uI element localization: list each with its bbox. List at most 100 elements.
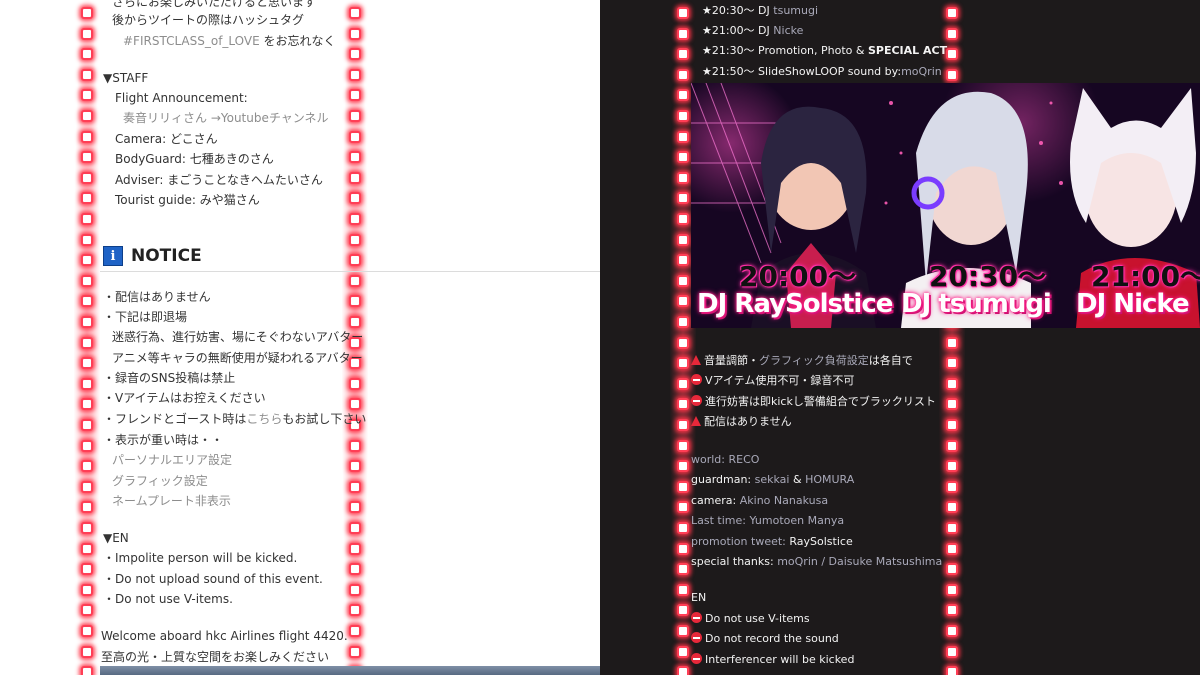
- text-line: Welcome aboard hkc Airlines flight 4420.: [101, 628, 348, 644]
- light-bulb-icon: [81, 480, 93, 493]
- info-icon: i: [103, 246, 123, 266]
- left-page-pane[interactable]: さらにお楽しみいただけると思います 後からツイートの際はハッシュタグ #FIRSTC…: [0, 0, 600, 675]
- text-line[interactable]: #FIRSTCLASS_of_LOVE をお忘れなく: [123, 33, 336, 49]
- light-bulb-icon: [81, 130, 93, 143]
- text-link[interactable]: world: RECO: [691, 453, 759, 466]
- text-line: 至高の光・上質な空間をお楽しみください: [101, 649, 329, 665]
- text-span: SPECIAL ACT: [867, 44, 948, 57]
- light-bulb-icon: [81, 542, 93, 555]
- light-bulb-icon: [677, 151, 689, 164]
- light-bulb-icon: [349, 171, 361, 184]
- text-span: ・下記は即退場: [103, 310, 188, 324]
- notice-heading: i NOTICE: [103, 246, 202, 266]
- text-span: ・Vアイテムはお控えください: [103, 391, 266, 405]
- light-bulb-icon: [677, 48, 689, 61]
- light-bulb-icon: [81, 27, 93, 40]
- light-bulb-icon: [349, 583, 361, 596]
- light-bulb-icon: [677, 89, 689, 102]
- text-span: ・録音のSNS投稿は禁止: [103, 371, 236, 385]
- light-bulb-icon: [946, 460, 958, 473]
- warning-icon: [691, 355, 701, 365]
- text-line[interactable]: 奏音リリィさん →Youtubeチャンネル: [123, 110, 329, 126]
- text-link[interactable]: Nicke: [773, 24, 803, 37]
- light-strip-left-1: [74, 0, 100, 675]
- text-span: 迷惑行為、進行妨害、場にそぐわないアバター: [112, 330, 364, 344]
- light-bulb-icon: [81, 625, 93, 637]
- text-line[interactable]: guardman: sekkai & HOMURA: [691, 472, 854, 488]
- light-bulb-icon: [349, 295, 361, 308]
- text-link[interactable]: promotion tweet:: [691, 535, 789, 548]
- text-span: ★21:50〜 SlideShowLOOP sound by:: [702, 65, 902, 78]
- banner-dj-2: DJ tsumugi: [901, 289, 1052, 319]
- light-bulb-icon: [946, 7, 958, 19]
- text-line[interactable]: パーソナルエリア設定: [112, 452, 232, 468]
- text-link[interactable]: #FIRSTCLASS_of_LOVE: [123, 34, 260, 48]
- text-line[interactable]: camera: Akino Nanakusa: [691, 493, 828, 509]
- text-link[interactable]: moQrin: [901, 65, 942, 78]
- text-link[interactable]: HOMURA: [805, 473, 854, 486]
- text-link[interactable]: ネームプレート非表示: [112, 494, 231, 508]
- text-line[interactable]: ・フレンドとゴースト時はこちらもお試し下さい: [103, 411, 366, 427]
- text-link[interactable]: こちら: [246, 412, 282, 426]
- text-span: ▼EN: [103, 531, 129, 545]
- text-span: ・配信はありません: [103, 290, 211, 304]
- light-bulb-icon: [81, 171, 93, 184]
- text-line[interactable]: ★20:30〜 DJ tsumugi: [702, 3, 818, 19]
- text-link[interactable]: tsumugi: [773, 4, 818, 17]
- right-page-pane[interactable]: ★20:30〜 DJ tsumugi ★21:00〜 DJ Nicke ★21:30…: [600, 0, 1200, 675]
- text-link[interactable]: グラフィック負荷設定: [759, 354, 869, 367]
- light-bulb-icon: [677, 501, 689, 514]
- text-span: ・フレンドとゴースト時は: [103, 412, 247, 426]
- text-line[interactable]: グラフィック設定: [112, 473, 208, 489]
- light-bulb-icon: [81, 377, 93, 390]
- prohibited-icon: [691, 395, 702, 406]
- text-line: 迷惑行為、進行妨害、場にそぐわないアバター: [112, 329, 363, 345]
- text-link[interactable]: sekkai: [755, 473, 790, 486]
- text-line[interactable]: ★21:00〜 DJ Nicke: [702, 23, 803, 39]
- light-bulb-icon: [349, 130, 361, 143]
- text-link[interactable]: Akino Nanakusa: [740, 494, 828, 507]
- light-bulb-icon: [946, 542, 958, 555]
- light-bulb-icon: [677, 645, 689, 658]
- light-bulb-icon: [349, 89, 361, 102]
- text-line[interactable]: ★21:50〜 SlideShowLOOP sound by:moQrin: [702, 64, 942, 80]
- light-bulb-icon: [677, 604, 689, 617]
- light-bulb-icon: [677, 274, 689, 287]
- light-bulb-icon: [677, 192, 689, 205]
- light-bulb-icon: [349, 377, 361, 390]
- light-bulb-icon: [349, 625, 361, 637]
- text-line: Do not use V-items: [691, 611, 810, 627]
- light-bulb-icon: [81, 7, 93, 19]
- text-line: 後からツイートの際はハッシュタグ: [112, 12, 304, 28]
- text-link[interactable]: Last time: Yumotoen Manya: [691, 514, 844, 527]
- light-bulb-icon: [349, 7, 361, 19]
- text-span: 配信はありません: [704, 415, 792, 428]
- text-line: ・配信はありません: [103, 289, 211, 305]
- text-link[interactable]: moQrin / Daisuke Matsushima: [777, 555, 942, 568]
- text-link[interactable]: グラフィック設定: [112, 474, 208, 488]
- text-line: アニメ等キャラの無断使用が疑われるアバター: [112, 350, 363, 366]
- light-bulb-icon: [946, 625, 958, 637]
- text-line[interactable]: special thanks: moQrin / Daisuke Matsush…: [691, 554, 942, 570]
- text-link[interactable]: 奏音リリィさん →Youtubeチャンネル: [123, 111, 329, 125]
- light-bulb-icon: [81, 274, 93, 287]
- text-line[interactable]: Last time: Yumotoen Manya: [691, 513, 844, 529]
- text-line[interactable]: ネームプレート非表示: [112, 493, 231, 509]
- text-line: ・下記は即退場: [103, 309, 187, 325]
- light-bulb-icon: [81, 666, 93, 675]
- notice-title: NOTICE: [131, 246, 202, 266]
- text-line[interactable]: world: RECO: [691, 452, 759, 468]
- text-span: ★20:30〜 DJ: [702, 4, 774, 17]
- text-span: 至高の光・上質な空間をお楽しみください: [101, 650, 330, 664]
- text-line[interactable]: promotion tweet: RaySolstice: [691, 534, 853, 550]
- text-span: ★21:00〜 DJ: [702, 24, 774, 37]
- text-line[interactable]: 音量調節・グラフィック負荷設定は各自で: [691, 353, 913, 369]
- light-bulb-icon: [81, 213, 93, 225]
- light-bulb-icon: [677, 130, 689, 143]
- light-bulb-icon: [677, 398, 689, 411]
- light-bulb-icon: [349, 501, 361, 514]
- light-bulb-icon: [677, 295, 689, 308]
- text-link[interactable]: パーソナルエリア設定: [112, 453, 232, 467]
- text-line: ・Impolite person will be kicked.: [103, 550, 297, 566]
- text-span: もお試し下さい: [282, 412, 367, 426]
